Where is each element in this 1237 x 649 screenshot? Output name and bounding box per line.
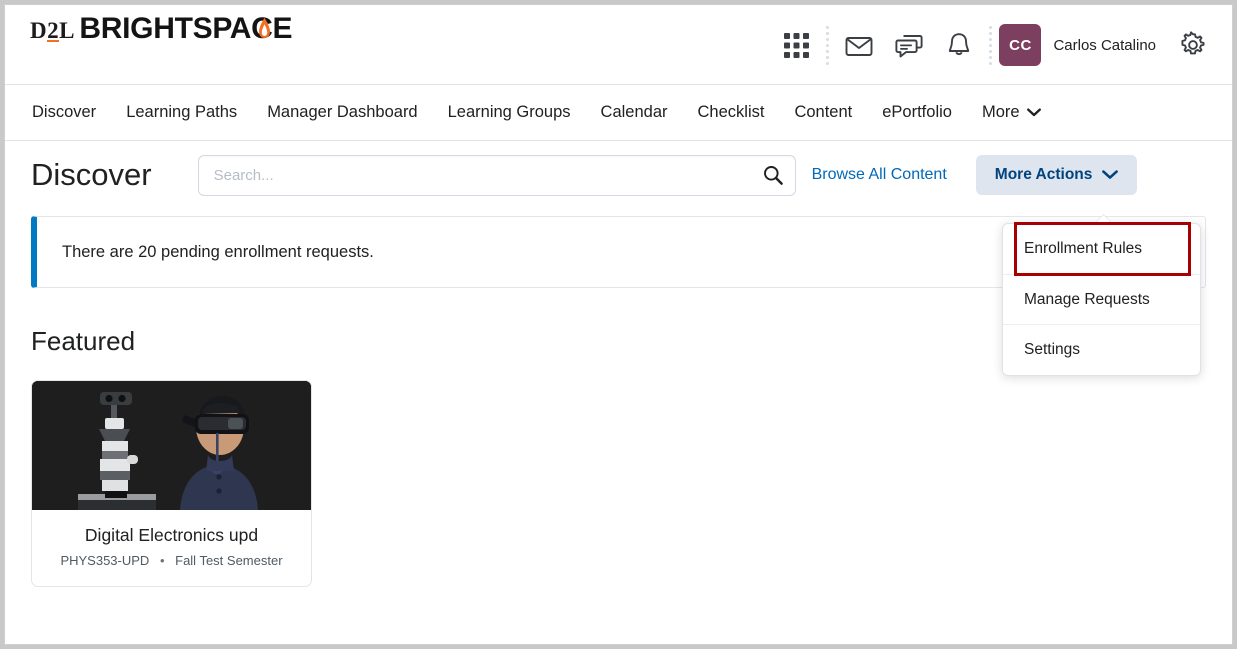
header-divider-1 bbox=[821, 25, 834, 65]
main-navigation: Discover Learning Paths Manager Dashboar… bbox=[5, 85, 1232, 141]
menu-item-label: Enrollment Rules bbox=[1024, 240, 1143, 257]
waffle-grid-icon[interactable] bbox=[771, 20, 821, 70]
more-actions-label: More Actions bbox=[994, 166, 1093, 183]
nav-item-calendar[interactable]: Calendar bbox=[601, 103, 668, 122]
page-toolbar: Discover Browse All Content More Actions bbox=[5, 141, 1232, 209]
menu-item-enrollment-rules[interactable]: Enrollment Rules bbox=[1014, 222, 1191, 276]
nav-item-manager-dashboard[interactable]: Manager Dashboard bbox=[267, 103, 417, 122]
user-name[interactable]: Carlos Catalino bbox=[1053, 37, 1156, 54]
brand-logo[interactable]: D2L BRIGHTSPACE bbox=[30, 12, 293, 45]
course-card-body: Digital Electronics upd PHYS353-UPD • Fa… bbox=[32, 510, 311, 586]
d2l-letter-2: 2 bbox=[47, 18, 60, 43]
search-input[interactable] bbox=[197, 154, 796, 196]
more-actions-button[interactable]: More Actions bbox=[975, 155, 1138, 195]
chevron-down-icon bbox=[1102, 170, 1119, 179]
menu-item-manage-requests[interactable]: Manage Requests bbox=[1003, 275, 1200, 325]
nav-label: Content bbox=[794, 103, 853, 121]
featured-card-list: Digital Electronics upd PHYS353-UPD • Fa… bbox=[31, 380, 1206, 587]
flame-icon bbox=[259, 17, 271, 39]
nav-item-more[interactable]: More bbox=[982, 103, 1041, 122]
course-card-title: Digital Electronics upd bbox=[84, 525, 259, 545]
browse-all-content-link[interactable]: Browse All Content bbox=[812, 166, 947, 184]
meta-separator: • bbox=[159, 553, 165, 568]
d2l-letter-l: L bbox=[59, 18, 75, 43]
d2l-wordmark: D2L bbox=[30, 19, 75, 43]
chevron-down-icon bbox=[1026, 108, 1041, 117]
nav-label: ePortfolio bbox=[882, 103, 952, 121]
nav-label: Learning Groups bbox=[447, 103, 571, 121]
menu-item-label: Settings bbox=[1024, 341, 1081, 358]
nav-item-content[interactable]: Content bbox=[794, 103, 852, 122]
page-root: D2L BRIGHTSPACE CC Carlos Catalino Disco… bbox=[4, 4, 1233, 645]
gear-icon[interactable] bbox=[1168, 20, 1218, 70]
nav-item-learning-groups[interactable]: Learning Groups bbox=[448, 103, 571, 122]
chat-icon[interactable] bbox=[884, 20, 934, 70]
envelope-icon[interactable] bbox=[834, 20, 884, 70]
course-term: Fall Test Semester bbox=[175, 553, 283, 568]
menu-item-label: Manage Requests bbox=[1024, 290, 1150, 308]
avatar[interactable]: CC bbox=[999, 24, 1042, 66]
course-card-image bbox=[32, 381, 311, 510]
nav-item-discover[interactable]: Discover bbox=[32, 103, 96, 122]
menu-item-settings[interactable]: Settings bbox=[1003, 325, 1200, 375]
more-actions-dropdown-menu: Enrollment Rules Manage Requests Setting… bbox=[1002, 222, 1201, 376]
nav-label: Calendar bbox=[600, 103, 668, 121]
nav-label: Discover bbox=[32, 103, 97, 121]
alert-text: There are 20 pending enrollment requests… bbox=[62, 242, 374, 261]
nav-item-learning-paths[interactable]: Learning Paths bbox=[126, 103, 237, 122]
app-header: D2L BRIGHTSPACE CC Carlos Catalino bbox=[5, 5, 1232, 85]
page-title: Discover bbox=[31, 157, 152, 192]
search-icon[interactable] bbox=[751, 156, 795, 195]
nav-label: More bbox=[981, 103, 1020, 121]
nav-label: Manager Dashboard bbox=[267, 103, 418, 121]
course-card[interactable]: Digital Electronics upd PHYS353-UPD • Fa… bbox=[31, 380, 312, 587]
bell-icon[interactable] bbox=[934, 20, 984, 70]
nav-item-eportfolio[interactable]: ePortfolio bbox=[882, 103, 952, 122]
d2l-letter-d: D bbox=[30, 18, 48, 43]
nav-label: Checklist bbox=[697, 103, 765, 121]
course-code: PHYS353-UPD bbox=[60, 553, 150, 568]
header-divider-2 bbox=[984, 25, 997, 65]
nav-label: Learning Paths bbox=[126, 103, 238, 121]
search-container bbox=[197, 154, 796, 196]
nav-item-checklist[interactable]: Checklist bbox=[698, 103, 765, 122]
brightspace-wordmark: BRIGHTSPACE bbox=[79, 12, 292, 45]
course-card-meta: PHYS353-UPD • Fall Test Semester bbox=[42, 553, 301, 568]
header-actions: CC Carlos Catalino bbox=[771, 5, 1218, 85]
